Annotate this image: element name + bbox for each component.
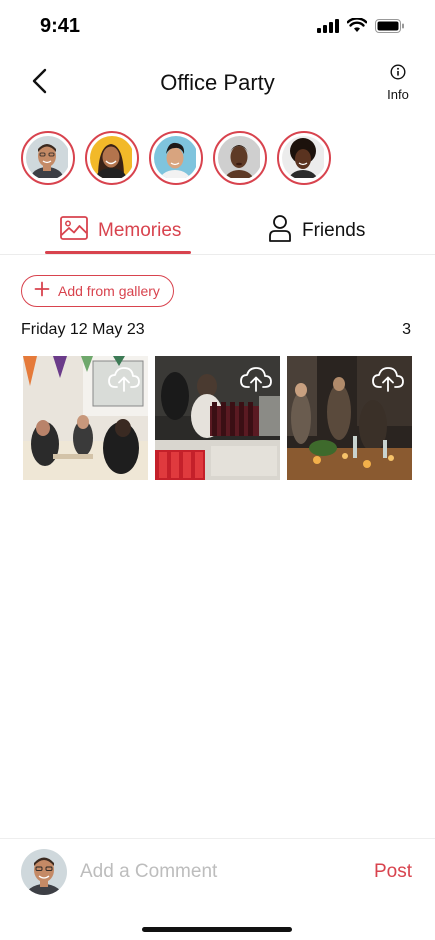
- info-icon: [390, 64, 406, 84]
- participant-avatar[interactable]: [85, 131, 139, 185]
- participant-avatar[interactable]: [213, 131, 267, 185]
- participants-row: [21, 131, 331, 185]
- user-icon: [268, 214, 292, 248]
- cloud-upload-icon[interactable]: [108, 366, 140, 397]
- status-bar: 9:41: [0, 0, 435, 54]
- page-title: Office Party: [160, 70, 275, 95]
- signal-icon: [317, 18, 339, 38]
- memory-group-header: Friday 12 May 23 3: [21, 321, 411, 341]
- status-time: 9:41: [40, 15, 81, 37]
- comment-input[interactable]: [80, 855, 350, 889]
- photo-grid: [23, 356, 412, 480]
- avatar: [282, 136, 326, 180]
- cloud-upload-icon[interactable]: [240, 366, 272, 397]
- image-icon: [60, 216, 88, 246]
- avatar: [90, 136, 134, 180]
- memory-count: 3: [402, 321, 411, 338]
- tab-memories-label: Memories: [98, 220, 182, 241]
- wifi-icon: [346, 17, 368, 38]
- tab-friends-label: Friends: [302, 220, 366, 241]
- photo-thumbnail[interactable]: [23, 356, 148, 480]
- participant-avatar[interactable]: [149, 131, 203, 185]
- post-button[interactable]: Post: [374, 861, 412, 883]
- participant-avatar[interactable]: [277, 131, 331, 185]
- photo-thumbnail[interactable]: [287, 356, 412, 480]
- tab-memories[interactable]: Memories: [60, 207, 181, 255]
- avatar: [21, 849, 67, 895]
- add-from-gallery-button[interactable]: Add from gallery: [21, 275, 174, 307]
- photo-thumbnail[interactable]: [155, 356, 280, 480]
- active-tab-indicator: [45, 251, 191, 254]
- participant-avatar[interactable]: [21, 131, 75, 185]
- status-icons: [317, 17, 405, 38]
- battery-icon: [375, 18, 405, 38]
- nav-bar: Office Party Info: [0, 58, 435, 108]
- avatar: [26, 136, 70, 180]
- home-indicator: [142, 927, 292, 932]
- avatar: [154, 136, 198, 180]
- tab-friends[interactable]: Friends: [268, 207, 365, 255]
- cloud-upload-icon[interactable]: [372, 366, 404, 397]
- plus-icon: [34, 281, 50, 302]
- info-label: Info: [387, 87, 409, 102]
- info-button[interactable]: Info: [381, 64, 415, 102]
- avatar: [218, 136, 262, 180]
- memory-date: Friday 12 May 23: [21, 321, 145, 338]
- comment-bar: Post: [0, 838, 435, 940]
- tab-bar: Memories Friends: [0, 207, 435, 255]
- add-from-gallery-label: Add from gallery: [58, 283, 160, 299]
